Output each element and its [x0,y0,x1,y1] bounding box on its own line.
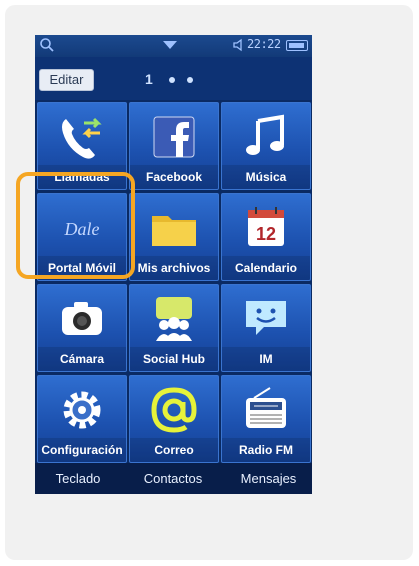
people-icon [156,297,192,341]
app-label: Configuración [38,438,126,462]
speaker-icon [233,38,242,52]
app-tile-configuracion[interactable]: Configuración [37,375,127,463]
phone-icon [62,117,102,159]
camera-icon [62,302,102,335]
app-tile-facebook[interactable]: Facebook [129,102,219,190]
search-icon[interactable] [39,37,55,53]
clock: 22:22 [247,37,281,51]
chat-smile-icon [246,301,286,335]
dock-contactos[interactable]: Contactos [125,463,221,494]
chevron-down-icon[interactable] [163,41,177,49]
app-tile-radio-fm[interactable]: Radio FM [221,375,311,463]
app-label: Facebook [130,165,218,189]
app-label: Radio FM [222,438,310,462]
page-indicator: 1 [145,71,205,91]
app-tile-correo[interactable]: Correo [129,375,219,463]
home-toolbar: Editar 1 [35,57,312,100]
app-tile-social-hub[interactable]: Social Hub [129,284,219,372]
app-grid: Llamadas Facebook Música Dale Portal Móv… [35,100,312,463]
app-label: Calendario [222,256,310,280]
music-note-icon [246,114,284,155]
page-dot[interactable] [169,77,175,83]
app-label: Correo [130,438,218,462]
at-sign-icon [151,387,197,433]
calendar-icon: 12 [248,207,284,246]
status-bar: 22:22 [35,35,312,57]
radio-icon [246,387,286,428]
page-dot[interactable] [187,77,193,83]
selection-highlight [16,172,135,279]
app-tile-im[interactable]: IM [221,284,311,372]
page-number: 1 [145,71,153,87]
facebook-icon [153,116,195,158]
app-tile-musica[interactable]: Música [221,102,311,190]
battery-icon [286,40,308,51]
calendar-day: 12 [256,224,276,244]
dock-mensajes[interactable]: Mensajes [225,463,312,494]
folder-icon [152,216,196,246]
app-label: Cámara [38,347,126,371]
gear-icon [63,391,101,429]
bottom-dock: Teclado Contactos Mensajes [35,463,312,494]
app-label: IM [222,347,310,371]
screenshot-card: 22:22 Editar 1 Llamadas Facebook Música … [5,5,413,560]
app-label: Mis archivos [130,256,218,280]
edit-button[interactable]: Editar [39,69,94,91]
app-tile-camara[interactable]: Cámara [37,284,127,372]
app-label: Música [222,165,310,189]
app-tile-mis-archivos[interactable]: Mis archivos [129,193,219,281]
dock-teclado[interactable]: Teclado [35,463,121,494]
app-label: Social Hub [130,347,218,371]
app-tile-calendario[interactable]: 12 Calendario [221,193,311,281]
